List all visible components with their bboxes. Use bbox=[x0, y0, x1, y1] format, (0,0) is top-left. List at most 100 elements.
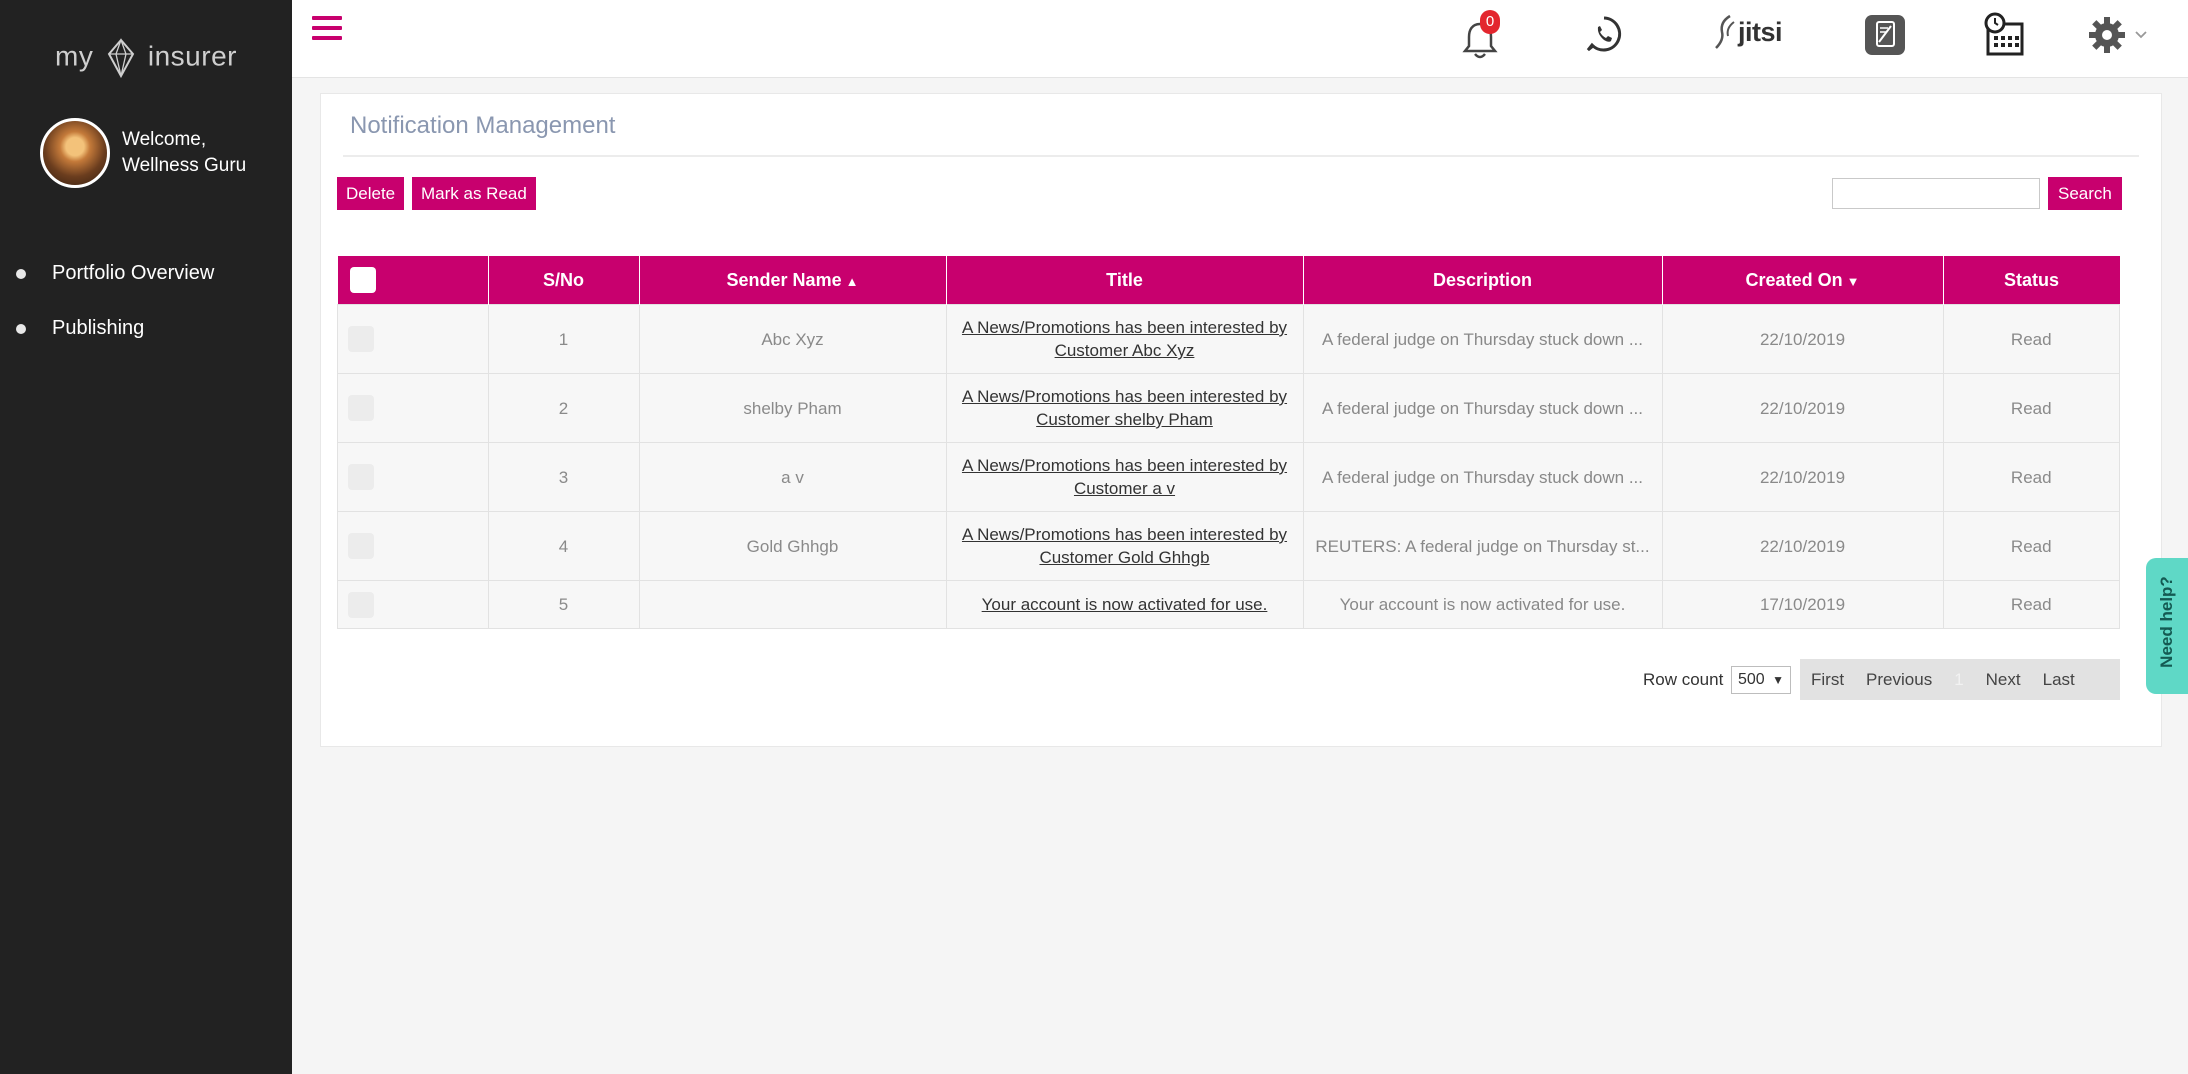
cell-sno: 2 bbox=[487, 373, 640, 443]
cell-description: A federal judge on Thursday stuck down .… bbox=[1302, 373, 1663, 443]
need-help-label: Need help? bbox=[2157, 576, 2176, 668]
row-checkbox[interactable] bbox=[348, 395, 374, 421]
hamburger-menu-icon[interactable] bbox=[312, 16, 342, 44]
cell-title: A News/Promotions has been interested by… bbox=[945, 373, 1304, 443]
cell-description: REUTERS: A federal judge on Thursday st.… bbox=[1302, 511, 1663, 581]
row-checkbox[interactable] bbox=[348, 464, 374, 490]
cell-status: Read bbox=[1942, 580, 2120, 629]
cell-sno: 4 bbox=[487, 511, 640, 581]
cell-created: 22/10/2019 bbox=[1661, 511, 1944, 581]
page-title: Notification Management bbox=[350, 112, 616, 139]
logo-text-insurer: insurer bbox=[147, 40, 237, 72]
pager-first-button[interactable]: First bbox=[1800, 670, 1855, 690]
cell-created: 22/10/2019 bbox=[1661, 442, 1944, 512]
sidebar-item-label: Portfolio Overview bbox=[52, 262, 215, 284]
cell-sender: a v bbox=[638, 442, 947, 512]
column-header-sno: S/No bbox=[488, 256, 640, 305]
column-label: Sender Name bbox=[726, 269, 842, 290]
table-row: 3 a v A News/Promotions has been interes… bbox=[337, 442, 2120, 512]
column-header-description: Description bbox=[1303, 256, 1663, 305]
title-link[interactable]: Your account is now activated for use. bbox=[982, 595, 1268, 614]
sidebar-item-label: Publishing bbox=[52, 317, 145, 339]
welcome-text: Welcome, Wellness Guru bbox=[122, 127, 246, 179]
cell-description: A federal judge on Thursday stuck down .… bbox=[1302, 442, 1663, 512]
jitsi-label: jitsi bbox=[1738, 16, 1783, 47]
cell-title: A News/Promotions has been interested by… bbox=[945, 511, 1304, 581]
sidebar-item-publishing[interactable]: Publishing bbox=[0, 301, 292, 356]
notes-icon bbox=[1865, 15, 1905, 55]
cell-title: A News/Promotions has been interested by… bbox=[945, 442, 1304, 512]
row-checkbox[interactable] bbox=[348, 326, 374, 352]
cell-status: Read bbox=[1942, 304, 2120, 374]
sidebar-nav: Portfolio Overview Publishing bbox=[0, 246, 292, 356]
pagination: First Previous 1 Next Last bbox=[1800, 659, 2120, 700]
cell-created: 17/10/2019 bbox=[1661, 580, 1944, 629]
notifications-button[interactable]: 0 bbox=[1462, 10, 1502, 60]
row-checkbox[interactable] bbox=[348, 591, 374, 618]
row-checkbox-cell bbox=[337, 511, 489, 581]
cell-sno: 1 bbox=[487, 304, 640, 374]
need-help-button[interactable]: Need help? bbox=[2146, 558, 2188, 694]
cell-sender: Abc Xyz bbox=[638, 304, 947, 374]
pager-next-button[interactable]: Next bbox=[1975, 670, 2032, 690]
whatsapp-button[interactable] bbox=[1584, 14, 1624, 59]
search-button[interactable]: Search bbox=[2048, 177, 2122, 210]
pager-previous-button[interactable]: Previous bbox=[1855, 670, 1943, 690]
row-checkbox-cell bbox=[337, 304, 489, 374]
chevron-down-icon bbox=[2135, 31, 2147, 39]
bullet-icon bbox=[16, 268, 26, 279]
table-row: 4 Gold Ghhgb A News/Promotions has been … bbox=[337, 511, 2120, 581]
logo-text-my: my bbox=[55, 40, 94, 72]
whatsapp-icon bbox=[1586, 16, 1622, 52]
title-link[interactable]: A News/Promotions has been interested by… bbox=[962, 456, 1287, 498]
top-bar: 0 jitsi bbox=[292, 0, 2188, 78]
delete-button[interactable]: Delete bbox=[337, 177, 405, 210]
row-count-label: Row count bbox=[1643, 670, 1724, 689]
row-count-value: 500 bbox=[1738, 671, 1765, 688]
notes-button[interactable] bbox=[1864, 14, 1906, 61]
avatar[interactable] bbox=[40, 118, 110, 188]
title-link[interactable]: A News/Promotions has been interested by… bbox=[962, 387, 1287, 429]
table-row: 2 shelby Pham A News/Promotions has been… bbox=[337, 373, 2120, 443]
user-name: Wellness Guru bbox=[122, 155, 247, 176]
pager-last-button[interactable]: Last bbox=[2032, 670, 2086, 690]
row-checkbox-cell bbox=[337, 442, 489, 512]
cell-sno: 3 bbox=[487, 442, 640, 512]
settings-menu[interactable] bbox=[2088, 16, 2148, 54]
title-divider bbox=[343, 155, 2139, 157]
cell-status: Read bbox=[1942, 373, 2120, 443]
diamond-logo-icon bbox=[107, 38, 134, 78]
notification-table: S/No Sender Name ▲︎ Title Description Cre… bbox=[337, 256, 2120, 629]
table-header-row: S/No Sender Name ▲︎ Title Description Cre… bbox=[337, 256, 2120, 305]
jitsi-button[interactable]: jitsi bbox=[1712, 12, 1783, 52]
column-header-created[interactable]: Created On ▼ bbox=[1662, 256, 1944, 305]
table-row: 5 Your account is now activated for use.… bbox=[337, 580, 2120, 629]
bullet-icon bbox=[16, 323, 26, 334]
schedule-button[interactable] bbox=[1982, 12, 2026, 61]
select-all-header bbox=[337, 256, 489, 305]
search-input[interactable] bbox=[1832, 178, 2040, 209]
notification-count-badge: 0 bbox=[1480, 10, 1500, 34]
title-link[interactable]: A News/Promotions has been interested by… bbox=[962, 525, 1287, 567]
jitsi-icon bbox=[1715, 14, 1735, 49]
column-label: Created On bbox=[1745, 269, 1843, 290]
row-checkbox-cell bbox=[337, 373, 489, 443]
title-link[interactable]: A News/Promotions has been interested by… bbox=[962, 318, 1287, 360]
cell-sender bbox=[638, 580, 947, 629]
sidebar: my insurer Welcome, Wellness Guru Portfo… bbox=[0, 0, 292, 1074]
pager-current-page: 1 bbox=[1954, 669, 1964, 689]
dropdown-arrow-icon: ▼ bbox=[1772, 673, 1784, 687]
sidebar-item-portfolio-overview[interactable]: Portfolio Overview bbox=[0, 246, 292, 301]
row-checkbox-cell bbox=[337, 580, 489, 629]
row-count-select[interactable]: 500 ▼ bbox=[1731, 666, 1791, 694]
select-all-checkbox[interactable] bbox=[349, 267, 376, 293]
cell-created: 22/10/2019 bbox=[1661, 373, 1944, 443]
mark-as-read-button[interactable]: Mark as Read bbox=[412, 177, 536, 210]
row-checkbox[interactable] bbox=[348, 533, 374, 559]
cell-sno: 5 bbox=[487, 580, 640, 629]
cell-created: 22/10/2019 bbox=[1661, 304, 1944, 374]
sort-desc-icon: ▼ bbox=[1846, 273, 1860, 289]
cell-title: A News/Promotions has been interested by… bbox=[945, 304, 1304, 374]
column-header-sender[interactable]: Sender Name ▲︎ bbox=[639, 256, 947, 305]
app-logo[interactable]: my insurer bbox=[0, 38, 292, 78]
